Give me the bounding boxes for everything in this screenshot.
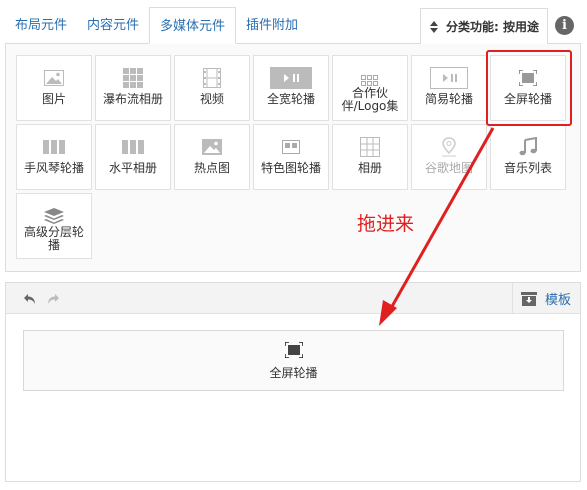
dropped-fullscreen-slider-block[interactable]: 全屏轮播: [23, 330, 564, 391]
component-label: 瀑布流相册: [102, 92, 163, 106]
component-waterfall-album[interactable]: 瀑布流相册: [95, 55, 171, 121]
fullscreen-icon: [519, 70, 537, 86]
map-pin-icon: [442, 137, 456, 157]
component-tabs: 布局元件 内容元件 多媒体元件 插件附加: [5, 7, 308, 44]
fullscreen-icon: [284, 342, 303, 358]
tab-multimedia[interactable]: 多媒体元件: [149, 7, 237, 44]
waterfall-grid-icon: [123, 68, 143, 88]
sort-mode-label: 分类功能: 按用途: [446, 20, 539, 34]
tab-plugins[interactable]: 插件附加: [236, 7, 308, 44]
component-label: 全宽轮播: [266, 92, 315, 106]
sort-mode-button[interactable]: 分类功能: 按用途: [420, 8, 548, 44]
component-label: 简易轮播: [424, 92, 473, 106]
sort-arrows-icon: [430, 20, 438, 33]
component-feature-slider[interactable]: 特色图轮播: [253, 124, 329, 190]
component-image[interactable]: 图片: [16, 55, 92, 121]
component-partners-logo[interactable]: 合作伙伴/Logo集: [332, 55, 408, 121]
component-label: 相册: [357, 161, 382, 175]
editor-area: 模板 全屏轮播: [5, 282, 581, 482]
feature-slider-icon: [282, 140, 300, 154]
horizontal-album-icon: [122, 140, 144, 154]
editor-toolbar: 模板: [6, 283, 580, 314]
undo-icon[interactable]: [23, 292, 37, 306]
component-label: 水平相册: [108, 161, 157, 175]
component-music-list[interactable]: 音乐列表: [490, 124, 566, 190]
template-label: 模板: [545, 293, 572, 308]
hotspot-image-icon: [202, 139, 222, 155]
template-box-icon: [521, 291, 537, 306]
album-grid-icon: [360, 137, 380, 157]
component-wide-slider[interactable]: 全宽轮播: [253, 55, 329, 121]
component-label: 合作伙伴/Logo集: [341, 86, 399, 113]
component-label: 高级分层轮播: [23, 225, 84, 252]
component-label: 特色图轮播: [260, 161, 321, 175]
component-video[interactable]: 视频: [174, 55, 250, 121]
dropped-block-label: 全屏轮播: [269, 366, 318, 380]
component-label: 谷歌地图: [424, 161, 473, 175]
component-label: 视频: [199, 92, 224, 106]
component-google-map[interactable]: 谷歌地图: [411, 124, 487, 190]
info-icon[interactable]: i: [555, 16, 574, 35]
component-simple-slider[interactable]: 简易轮播: [411, 55, 487, 121]
component-label: 手风琴轮播: [23, 161, 84, 175]
component-horizontal-album[interactable]: 水平相册: [95, 124, 171, 190]
template-button[interactable]: 模板: [512, 283, 580, 314]
accordion-icon: [43, 140, 65, 154]
music-note-icon: [519, 137, 537, 156]
component-accordion-slider[interactable]: 手风琴轮播: [16, 124, 92, 190]
component-label: 音乐列表: [503, 161, 552, 175]
component-album[interactable]: 相册: [332, 124, 408, 190]
component-label: 热点图: [193, 161, 230, 175]
component-hotspot-image[interactable]: 热点图: [174, 124, 250, 190]
drag-here-annotation: 拖进来: [357, 213, 415, 235]
tab-layout[interactable]: 布局元件: [5, 7, 77, 44]
component-layered-slider[interactable]: 高级分层轮播: [16, 193, 92, 259]
film-icon: [203, 68, 221, 88]
component-label: 图片: [41, 92, 66, 106]
layers-icon: [44, 208, 64, 224]
redo-icon[interactable]: [46, 292, 60, 306]
wide-slider-icon: [270, 67, 312, 89]
image-icon: [44, 70, 64, 86]
tab-content[interactable]: 内容元件: [77, 7, 149, 44]
component-fullscreen-slider[interactable]: 全屏轮播: [490, 55, 566, 121]
component-label: 全屏轮播: [503, 92, 552, 106]
simple-slider-icon: [430, 67, 468, 89]
